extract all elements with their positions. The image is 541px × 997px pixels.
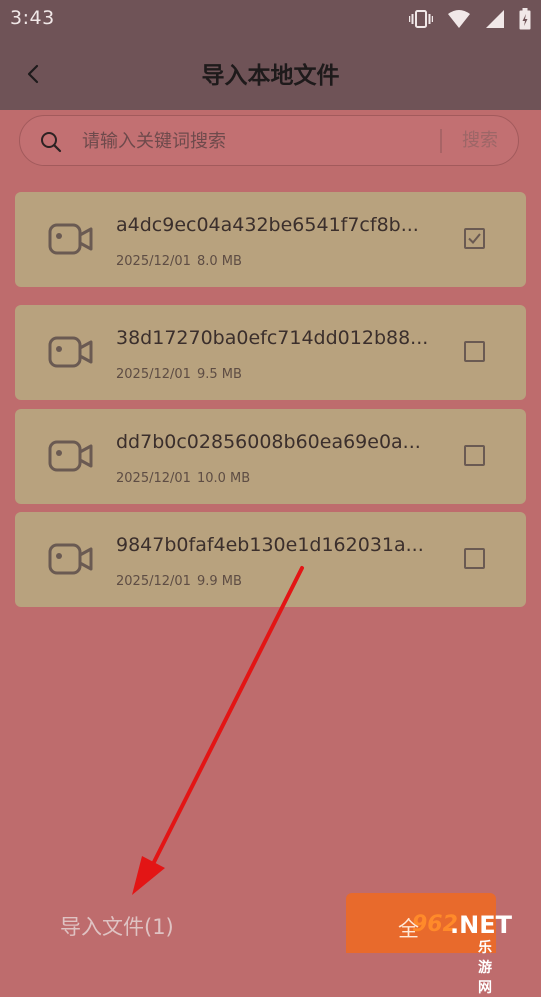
file-item[interactable]: dd7b0c02856008b60ea69e0a... 2025/12/01 10…: [15, 409, 526, 504]
file-name: dd7b0c02856008b60ea69e0a...: [116, 431, 421, 453]
file-meta: 2025/12/01 10.0 MB: [116, 471, 250, 486]
file-date: 2025/12/01: [116, 367, 191, 382]
vibrate-icon: [409, 10, 433, 28]
search-divider: [440, 129, 442, 153]
video-camera-icon: [48, 543, 93, 575]
file-name: a4dc9ec04a432be6541f7cf8b...: [116, 214, 419, 236]
search-icon: [41, 132, 62, 153]
file-checkbox[interactable]: [464, 548, 485, 569]
search-bar: 搜索: [19, 115, 519, 166]
signal-icon: [486, 10, 504, 28]
import-files-button[interactable]: 导入文件(1): [60, 911, 174, 941]
file-checkbox-checked[interactable]: [464, 228, 485, 249]
file-meta: 2025/12/01 9.5 MB: [116, 367, 242, 382]
video-camera-icon: [48, 336, 93, 368]
file-checkbox[interactable]: [464, 445, 485, 466]
file-item[interactable]: a4dc9ec04a432be6541f7cf8b... 2025/12/01 8…: [15, 192, 526, 287]
file-size: 9.5 MB: [196, 367, 242, 382]
checkmark-icon: [468, 233, 481, 244]
file-date: 2025/12/01: [116, 574, 191, 589]
file-meta: 2025/12/01 9.9 MB: [116, 574, 242, 589]
watermark-brand: .NET: [450, 911, 512, 939]
file-size: 8.0 MB: [196, 254, 242, 269]
battery-icon: [519, 8, 531, 30]
file-size: 9.9 MB: [196, 574, 242, 589]
status-time: 3:43: [10, 7, 55, 29]
search-input[interactable]: [80, 125, 434, 157]
status-bar: 3:43: [0, 0, 541, 38]
file-date: 2025/12/01: [116, 471, 191, 486]
file-item[interactable]: 9847b0faf4eb130e1d162031a... 2025/12/01 9…: [15, 512, 526, 607]
file-name: 9847b0faf4eb130e1d162031a...: [116, 534, 424, 556]
video-camera-icon: [48, 440, 93, 472]
app-bar: 导入本地文件: [0, 38, 541, 110]
wifi-icon: [448, 10, 470, 28]
video-camera-icon: [48, 223, 93, 255]
file-checkbox[interactable]: [464, 341, 485, 362]
status-icons: [409, 8, 531, 30]
search-button[interactable]: 搜索: [452, 128, 508, 154]
file-meta: 2025/12/01 8.0 MB: [116, 254, 242, 269]
file-item[interactable]: 38d17270ba0efc714dd012b88... 2025/12/01 9…: [15, 305, 526, 400]
file-size: 10.0 MB: [196, 471, 251, 486]
watermark-sub: 乐游网: [478, 940, 492, 996]
page-title: 导入本地文件: [201, 63, 340, 89]
file-name: 38d17270ba0efc714dd012b88...: [116, 327, 429, 349]
file-date: 2025/12/01: [116, 254, 191, 269]
